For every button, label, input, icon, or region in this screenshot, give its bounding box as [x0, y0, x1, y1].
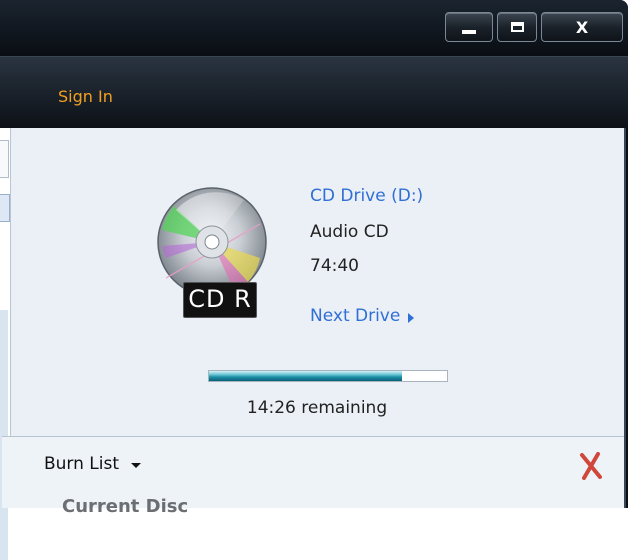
- chevron-down-icon: [131, 462, 142, 468]
- scrollbar-edge[interactable]: [0, 310, 8, 560]
- maximize-icon: [510, 22, 524, 32]
- burn-progress-bar: [208, 370, 448, 382]
- maximize-button[interactable]: [497, 12, 537, 42]
- next-drive-label: Next Drive: [310, 306, 401, 326]
- account-bar: Sign In: [0, 56, 628, 129]
- close-icon: X: [575, 17, 589, 37]
- sign-in-link[interactable]: Sign In: [58, 87, 113, 106]
- next-drive-link[interactable]: Next Drive: [310, 306, 415, 326]
- disc-capacity-time: 74:40: [310, 256, 359, 276]
- drive-name-link[interactable]: CD Drive (D:): [310, 186, 423, 206]
- arrow-right-icon: [408, 313, 415, 323]
- window-controls: X: [445, 12, 627, 42]
- minimize-button[interactable]: [445, 12, 493, 42]
- disc-type-label: Audio CD: [310, 222, 389, 242]
- burn-progress-fill: [209, 371, 402, 381]
- clear-list-icon[interactable]: [578, 451, 604, 481]
- cd-r-badge: CD R: [183, 282, 257, 318]
- current-disc-heading: Current Disc: [62, 496, 189, 517]
- dropdown-edge[interactable]: [0, 194, 10, 222]
- time-remaining: 14:26 remaining: [246, 398, 388, 418]
- search-box-edge[interactable]: [0, 140, 9, 178]
- minimize-icon: [462, 30, 476, 34]
- burn-list-dropdown[interactable]: Burn List: [44, 454, 142, 474]
- close-button[interactable]: X: [541, 12, 623, 42]
- burn-list-label: Burn List: [44, 454, 120, 474]
- title-bar: X: [0, 0, 628, 56]
